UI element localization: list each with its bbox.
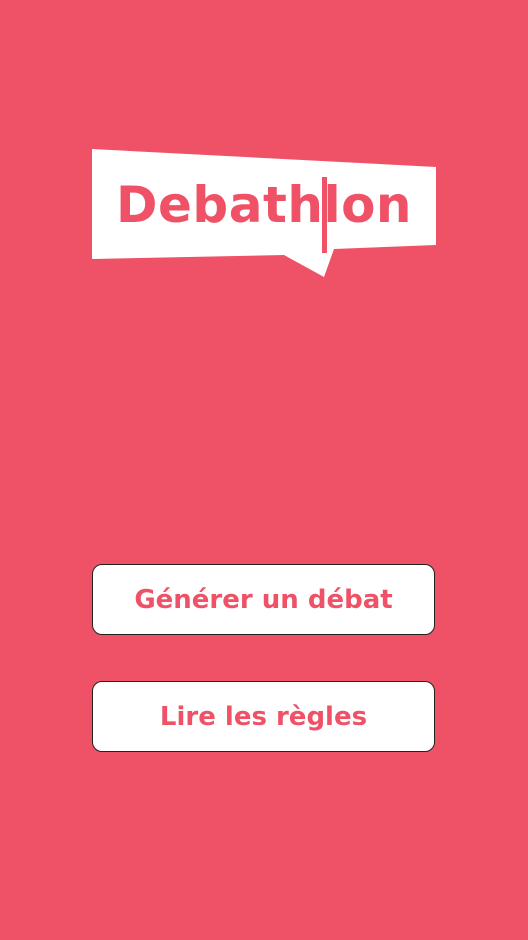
read-rules-label: Lire les règles [159, 701, 368, 732]
read-rules-button[interactable]: Lire les règles [92, 681, 435, 752]
home-screen: Debathlon Générer un débat Lire les règl… [0, 0, 528, 940]
logo-wordmark: Debathlon [116, 176, 413, 234]
app-logo: Debathlon [92, 147, 436, 277]
generate-debate-label: Générer un débat [134, 584, 393, 615]
generate-debate-button[interactable]: Générer un débat [92, 564, 435, 635]
